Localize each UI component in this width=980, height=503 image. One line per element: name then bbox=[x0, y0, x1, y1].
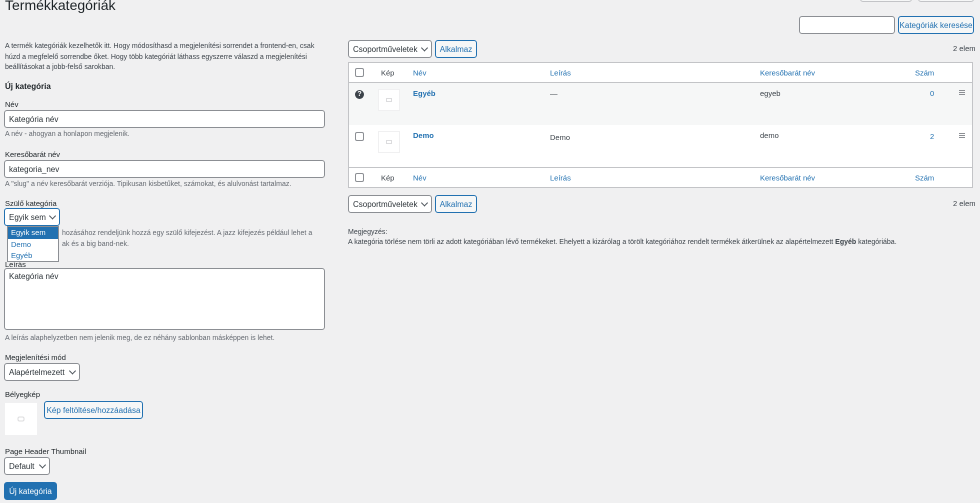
parent-label: Szülő kategória bbox=[5, 199, 57, 208]
item-count-top: 2 elem bbox=[953, 44, 976, 53]
name-label: Név bbox=[5, 100, 19, 109]
note-text-after: kategóriába. bbox=[856, 239, 897, 246]
column-count-footer[interactable]: Szám bbox=[915, 173, 934, 182]
parent-help-1: hozásához rendeljünk hozzá egy szülő kif… bbox=[62, 230, 313, 237]
description-help: A leírás alaphelyzetben nem jelenik meg,… bbox=[5, 335, 275, 342]
row-count-link[interactable]: 2 bbox=[930, 132, 934, 141]
drag-handle-icon[interactable] bbox=[959, 133, 965, 138]
parent-option[interactable]: Egyéb bbox=[8, 250, 58, 262]
note-title: Megjegyzés: bbox=[348, 229, 388, 236]
header-thumb-select[interactable]: Default bbox=[4, 457, 50, 475]
parent-option[interactable]: Egyik sem bbox=[8, 227, 58, 239]
table-row: Demo Demo demo 2 bbox=[349, 125, 972, 167]
parent-help-2: ak és a big band-nek. bbox=[62, 241, 129, 248]
display-select-value: Alapértelmezett bbox=[9, 367, 65, 377]
bulk-actions-value: Csoportműveletek bbox=[353, 44, 418, 54]
form-heading: Új kategória bbox=[5, 82, 51, 91]
table-row: ? Egyéb — egyeb 0 bbox=[349, 83, 972, 125]
row-thumbnail-icon bbox=[378, 89, 400, 111]
slug-field[interactable]: kategoria_nev bbox=[4, 160, 325, 178]
column-image: Kép bbox=[381, 68, 395, 77]
row-thumbnail-icon bbox=[378, 131, 400, 153]
item-count-bottom: 2 elem bbox=[953, 199, 976, 208]
description-textarea[interactable]: Kategória név bbox=[4, 268, 325, 330]
search-input[interactable] bbox=[799, 16, 895, 34]
column-name[interactable]: Név bbox=[413, 68, 426, 77]
table-footer: Kép Név Leírás Keresőbarát név Szám bbox=[349, 167, 972, 187]
row-name-link[interactable]: Demo bbox=[413, 131, 434, 140]
chevron-down-icon bbox=[420, 44, 429, 52]
upload-image-button[interactable]: Kép feltöltése/hozzáadása bbox=[44, 401, 143, 419]
apply-button-top[interactable]: Alkalmaz bbox=[435, 40, 477, 58]
column-slug[interactable]: Keresőbarát név bbox=[760, 68, 815, 77]
page-title: Termékkategóriák bbox=[5, 0, 116, 13]
bulk-actions-select-bottom[interactable]: Csoportműveletek bbox=[348, 195, 432, 213]
display-select[interactable]: Alapértelmezett bbox=[4, 363, 80, 381]
add-category-button[interactable]: Új kategória bbox=[4, 482, 57, 500]
row-slug: demo bbox=[760, 131, 779, 140]
chevron-down-icon bbox=[48, 212, 57, 220]
bulk-actions-value: Csoportműveletek bbox=[353, 199, 418, 209]
select-all-checkbox-footer[interactable] bbox=[355, 173, 364, 182]
column-image-footer: Kép bbox=[381, 173, 395, 182]
row-checkbox[interactable] bbox=[355, 132, 364, 141]
drag-handle-icon[interactable] bbox=[959, 90, 965, 95]
row-slug: egyeb bbox=[760, 89, 781, 98]
parent-dropdown: Egyik sem Demo Egyéb bbox=[7, 226, 59, 262]
slug-label: Keresőbarát név bbox=[5, 150, 61, 159]
column-description-footer[interactable]: Leírás bbox=[550, 173, 571, 182]
name-field[interactable]: Kategória név bbox=[4, 110, 325, 128]
note-text-before: A kategória törlése nem törli az adott k… bbox=[348, 239, 836, 246]
note-text-bold: Egyéb bbox=[835, 239, 857, 246]
header-thumb-label: Page Header Thumbnail bbox=[5, 447, 87, 456]
chevron-down-icon bbox=[38, 461, 47, 469]
row-description: — bbox=[550, 89, 558, 98]
note-text: A kategória törlése nem törli az adott k… bbox=[348, 239, 897, 246]
name-help: A név - ahogyan a honlapon megjelenik. bbox=[5, 131, 130, 138]
column-count[interactable]: Szám bbox=[915, 68, 934, 77]
row-description: Demo bbox=[550, 133, 571, 142]
categories-table: Kép Név Leírás Keresőbarát név Szám ? Eg… bbox=[348, 62, 973, 188]
parent-select-value: Egyik sem bbox=[9, 212, 46, 222]
thumbnail-label: Bélyegkép bbox=[5, 390, 41, 399]
search-categories-button[interactable]: Kategóriák keresése bbox=[898, 16, 974, 34]
column-name-footer[interactable]: Név bbox=[413, 173, 426, 182]
question-icon[interactable]: ? bbox=[355, 90, 364, 99]
column-description[interactable]: Leírás bbox=[550, 68, 571, 77]
intro-text: A termék kategóriák kezelhetők itt. Hogy… bbox=[5, 43, 315, 72]
header-thumb-select-value: Default bbox=[9, 461, 35, 471]
column-slug-footer[interactable]: Keresőbarát név bbox=[760, 173, 815, 182]
parent-select[interactable]: Egyik sem bbox=[4, 208, 60, 226]
select-all-checkbox[interactable] bbox=[355, 68, 364, 77]
parent-option[interactable]: Demo bbox=[8, 239, 58, 251]
chevron-down-icon bbox=[68, 367, 77, 375]
apply-button-bottom[interactable]: Alkalmaz bbox=[435, 195, 477, 213]
thumbnail-placeholder-icon bbox=[4, 402, 38, 436]
help-tab[interactable] bbox=[918, 0, 974, 2]
display-label: Megjelenítési mód bbox=[5, 353, 66, 362]
table-header: Kép Név Leírás Keresőbarát név Szám bbox=[349, 63, 972, 83]
slug-help: A "slug" a név keresőbarát verziója. Tip… bbox=[5, 181, 292, 188]
bulk-actions-select-top[interactable]: Csoportműveletek bbox=[348, 40, 432, 58]
screen-options-tab[interactable] bbox=[860, 0, 912, 2]
chevron-down-icon bbox=[420, 199, 429, 207]
row-count-link[interactable]: 0 bbox=[930, 89, 934, 98]
row-name-link[interactable]: Egyéb bbox=[413, 89, 436, 98]
